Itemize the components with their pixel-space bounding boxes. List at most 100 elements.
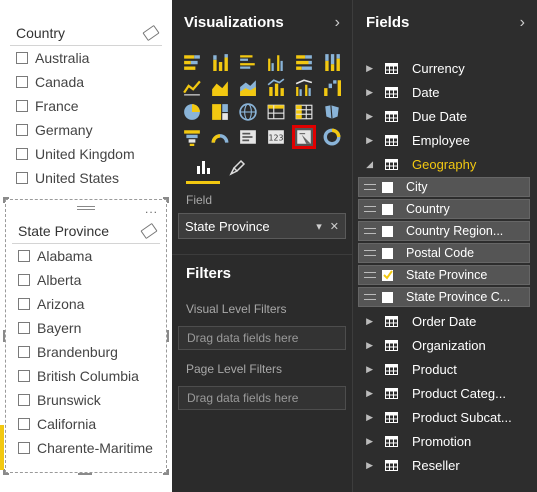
visual-filters-drop-zone[interactable]: Drag data fields here [178, 326, 346, 350]
checkbox[interactable] [16, 172, 28, 184]
field-table[interactable]: ▶ Product Subcat... [353, 405, 537, 429]
field-item[interactable]: Postal Code [358, 243, 530, 263]
field-checkbox[interactable] [382, 225, 393, 237]
stacked-bar-chart-icon[interactable] [180, 50, 204, 74]
100-stacked-column-chart-icon[interactable] [320, 50, 344, 74]
field-table[interactable]: ▶ Order Date [353, 309, 537, 333]
checkbox[interactable] [18, 322, 30, 334]
waterfall-chart-icon[interactable] [320, 75, 344, 99]
country-slicer[interactable]: Country Australia Canada France Germany Unit… [10, 20, 162, 192]
resize-handle-right[interactable] [167, 330, 169, 342]
slicer-item[interactable]: Alabama [6, 244, 166, 268]
slicer-item[interactable]: France [10, 94, 162, 118]
slicer-icon[interactable] [292, 125, 316, 149]
chevron-right-icon[interactable]: › [520, 14, 525, 32]
drag-handle-icon[interactable] [364, 272, 376, 278]
field-checkbox[interactable] [382, 181, 393, 193]
line-and-column-chart-icon[interactable] [264, 75, 288, 99]
donut-chart-icon[interactable] [320, 125, 344, 149]
checkbox[interactable] [16, 124, 28, 136]
slicer-item[interactable]: Alberta [6, 268, 166, 292]
triangle-right-icon[interactable]: ▶ [353, 460, 373, 471]
drag-handle-icon[interactable] [364, 294, 376, 300]
field-table[interactable]: ▶ Promotion [353, 429, 537, 453]
resize-handle-bottom[interactable] [78, 473, 92, 475]
field-table[interactable]: ▶ Organization [353, 333, 537, 357]
resize-handle-bottom-right-v[interactable] [167, 469, 169, 475]
slicer-item[interactable]: Brunswick [6, 388, 166, 412]
slicer-item[interactable]: Brandenburg [6, 340, 166, 364]
triangle-right-icon[interactable]: ▶ [353, 111, 373, 122]
tab-fields-well[interactable] [186, 152, 220, 184]
field-well-state-province[interactable]: State Province ▾ ✕ [178, 213, 346, 239]
triangle-right-icon[interactable]: ▶ [353, 412, 373, 423]
drag-handle-icon[interactable] [364, 206, 376, 212]
area-chart-icon[interactable] [208, 75, 232, 99]
100-stacked-bar-chart-icon[interactable] [292, 50, 316, 74]
slicer-item[interactable]: Australia [10, 46, 162, 70]
field-table[interactable]: ▶ Due Date [353, 104, 537, 128]
field-table[interactable]: ▶ Product Categ... [353, 381, 537, 405]
eraser-icon[interactable] [142, 24, 160, 41]
field-checkbox[interactable] [382, 203, 393, 215]
field-item[interactable]: Country [358, 199, 530, 219]
field-table[interactable]: ▶ Currency [353, 56, 537, 80]
triangle-right-icon[interactable]: ▶ [353, 340, 373, 351]
slicer-item[interactable]: British Columbia [6, 364, 166, 388]
drag-handle-icon[interactable] [364, 228, 376, 234]
field-checkbox[interactable] [382, 291, 393, 303]
field-table[interactable]: ▶ Employee [353, 128, 537, 152]
checkbox[interactable] [18, 418, 30, 430]
pie-chart-icon[interactable] [180, 100, 204, 124]
checkbox[interactable] [18, 298, 30, 310]
slicer-item[interactable]: United Kingdom [10, 142, 162, 166]
checkbox[interactable] [18, 274, 30, 286]
triangle-right-icon[interactable]: ▶ [353, 364, 373, 375]
filled-map-icon[interactable] [320, 100, 344, 124]
triangle-right-icon[interactable]: ▶ [353, 87, 373, 98]
table-icon[interactable] [264, 100, 288, 124]
field-table[interactable]: ▶ Date [353, 80, 537, 104]
checkbox[interactable] [18, 250, 30, 262]
page-filters-drop-zone[interactable]: Drag data fields here [178, 386, 346, 410]
checkbox[interactable] [18, 346, 30, 358]
field-item[interactable]: State Province [358, 265, 530, 285]
checkbox[interactable] [18, 394, 30, 406]
triangle-right-icon[interactable]: ▶ [353, 135, 373, 146]
clustered-column-chart-icon[interactable] [264, 50, 288, 74]
stacked-area-chart-icon[interactable] [236, 75, 260, 99]
close-icon[interactable]: ✕ [330, 220, 339, 233]
funnel-chart-icon[interactable] [180, 125, 204, 149]
slicer-item[interactable]: United States [10, 166, 162, 190]
checkbox[interactable] [16, 76, 28, 88]
slicer-item[interactable]: Germany [10, 118, 162, 142]
gauge-icon[interactable] [208, 125, 232, 149]
line-and-clustered-column-icon[interactable] [292, 75, 316, 99]
resize-handle-left[interactable] [3, 330, 5, 342]
resize-handle-bottom-left[interactable] [3, 473, 9, 475]
triangle-right-icon[interactable]: ▶ [353, 316, 373, 327]
tab-format[interactable] [220, 152, 254, 184]
more-options-icon[interactable]: ... [145, 202, 158, 216]
state-province-slicer[interactable]: ... State Province Alabama Alberta Arizona… [5, 199, 167, 473]
resize-handle-top-left-v[interactable] [3, 197, 5, 203]
triangle-right-icon[interactable]: ▶ [353, 388, 373, 399]
triangle-down-icon[interactable]: ◢ [353, 159, 373, 170]
multi-row-card-icon[interactable] [236, 125, 260, 149]
checkbox[interactable] [18, 370, 30, 382]
slicer-item[interactable]: Arizona [6, 292, 166, 316]
line-chart-icon[interactable] [180, 75, 204, 99]
eraser-icon[interactable] [140, 222, 158, 239]
checkbox[interactable] [16, 148, 28, 160]
slicer-item[interactable]: Bayern [6, 316, 166, 340]
checkbox[interactable] [16, 52, 28, 64]
clustered-bar-chart-icon[interactable] [236, 50, 260, 74]
chevron-down-icon[interactable]: ▾ [316, 220, 322, 233]
field-checkbox[interactable] [382, 269, 393, 281]
field-table[interactable]: ▶ Product [353, 357, 537, 381]
field-table-expanded[interactable]: ◢ Geography [353, 152, 537, 176]
field-item[interactable]: City [358, 177, 530, 197]
field-item[interactable]: State Province C... [358, 287, 530, 307]
slicer-item[interactable]: Charente-Maritime [6, 436, 166, 460]
resize-handle-top-right-v[interactable] [167, 197, 169, 203]
